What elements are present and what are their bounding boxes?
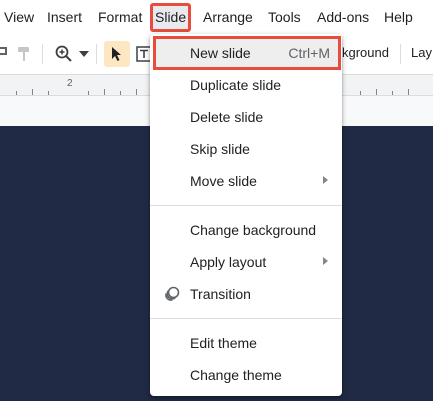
- ruler-tick: [48, 91, 49, 95]
- menu-item-label: Skip slide: [190, 141, 250, 157]
- menu-item-label: Move slide: [190, 173, 257, 189]
- slide-menu-dropdown: New slide Ctrl+M Duplicate slide Delete …: [150, 34, 342, 396]
- menu-add-ons[interactable]: Add-ons: [317, 8, 369, 26]
- menu-item-edit-theme[interactable]: Edit theme: [150, 327, 342, 359]
- zoom-dropdown-icon[interactable]: [79, 51, 89, 57]
- ruler-tick: [408, 89, 409, 95]
- menu-arrange[interactable]: Arrange: [203, 8, 253, 26]
- zoom-icon[interactable]: [54, 44, 74, 64]
- submenu-arrow-icon: [323, 176, 328, 184]
- toolbar-divider: [96, 44, 97, 64]
- menu-item-label: Change theme: [190, 367, 282, 383]
- ruler-tick: [88, 91, 89, 95]
- menu-item-label: New slide: [190, 45, 251, 61]
- menu-item-transition[interactable]: Transition: [150, 278, 342, 310]
- menu-format[interactable]: Format: [98, 8, 142, 26]
- ruler-tick: [120, 91, 121, 95]
- menu-item-label: Duplicate slide: [190, 77, 282, 93]
- menu-item-label: Change background: [190, 222, 317, 238]
- ruler-tick: [360, 91, 361, 95]
- select-tool-button[interactable]: [104, 41, 130, 67]
- ruler-tick: [104, 89, 105, 95]
- keyboard-shortcut: Ctrl+M: [288, 45, 330, 61]
- transition-icon: [165, 286, 180, 301]
- menu-item-label: Apply layout: [190, 254, 267, 270]
- ruler-tick: [136, 89, 137, 95]
- ruler-number: 2: [67, 78, 73, 89]
- menu-help[interactable]: Help: [384, 8, 413, 26]
- layout-button[interactable]: Lay: [411, 45, 432, 60]
- menu-divider: [150, 318, 342, 319]
- menu-item-new-slide[interactable]: New slide Ctrl+M: [153, 36, 341, 70]
- ruler-tick: [376, 89, 377, 95]
- menu-item-label: Edit theme: [190, 335, 257, 351]
- menu-divider: [150, 205, 342, 206]
- paint-format-icon[interactable]: [16, 45, 32, 63]
- menu-slide[interactable]: Slide: [149, 3, 192, 32]
- slides-editor: View Insert Format Slide Arrange Tools A…: [0, 0, 433, 401]
- toolbar-divider: [42, 44, 43, 64]
- menu-item-apply-layout[interactable]: Apply layout: [150, 246, 342, 278]
- submenu-arrow-icon: [323, 257, 328, 265]
- menu-item-label: Delete slide: [190, 109, 264, 125]
- menu-item-skip-slide[interactable]: Skip slide: [150, 133, 342, 165]
- menu-tools[interactable]: Tools: [268, 8, 301, 26]
- ruler-tick: [32, 89, 33, 95]
- menu-item-change-theme[interactable]: Change theme: [150, 359, 342, 391]
- partial-icon[interactable]: [0, 45, 8, 63]
- select-cursor-icon: [112, 47, 121, 61]
- menu-item-delete-slide[interactable]: Delete slide: [150, 101, 342, 133]
- ruler-tick: [16, 91, 17, 95]
- menu-item-duplicate-slide[interactable]: Duplicate slide: [150, 69, 342, 101]
- menu-view[interactable]: View: [4, 8, 34, 26]
- background-button[interactable]: kground: [342, 45, 389, 60]
- menu-item-move-slide[interactable]: Move slide: [150, 165, 342, 197]
- menu-insert[interactable]: Insert: [47, 8, 82, 26]
- menu-item-label: Transition: [190, 286, 251, 302]
- ruler-tick: [392, 91, 393, 95]
- toolbar-divider: [400, 44, 401, 64]
- menu-bar: View Insert Format Slide Arrange Tools A…: [0, 0, 433, 34]
- menu-item-change-background[interactable]: Change background: [150, 214, 342, 246]
